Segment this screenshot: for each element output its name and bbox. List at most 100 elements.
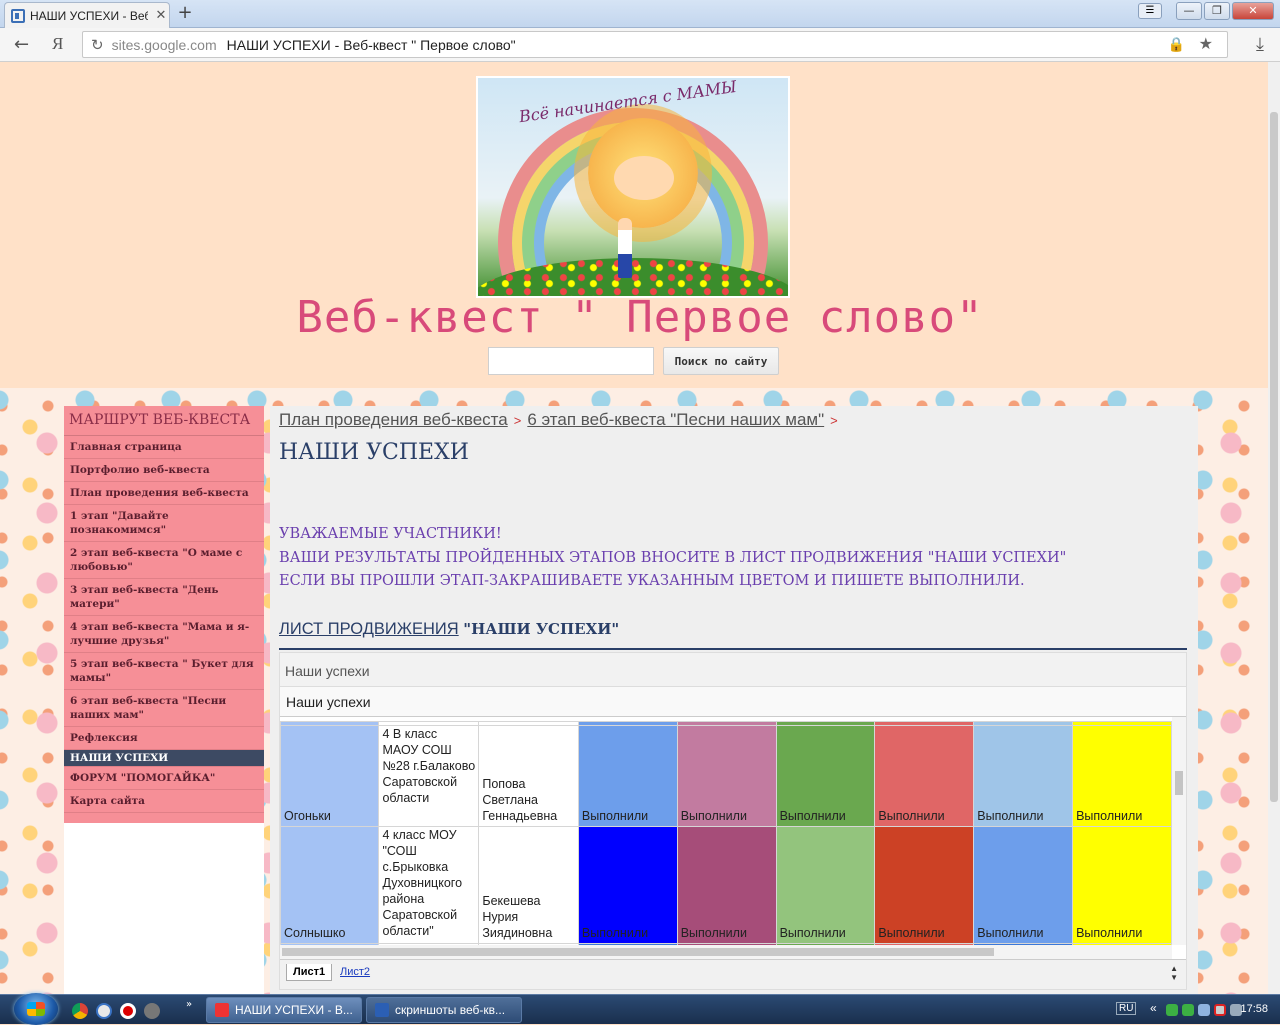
site-search-input[interactable]: [488, 347, 654, 375]
stage-status-cell[interactable]: Выполнили: [577, 725, 678, 827]
stage-status-cell[interactable]: Выполнили: [676, 725, 777, 827]
chevron-up-icon[interactable]: ▲: [1170, 964, 1178, 973]
sidebar-item-stage-2[interactable]: 2 этап веб-квеста "О маме с любовью": [64, 542, 264, 579]
quicklaunch-more-icon[interactable]: »: [186, 999, 192, 1010]
page-title: НАШИ УСПЕХИ: [279, 440, 469, 465]
yandex-browser-icon: [215, 1003, 229, 1017]
new-tab-button[interactable]: +: [174, 3, 196, 25]
intro-greeting: УВАЖАЕМЫЕ УЧАСТНИКИ!: [279, 526, 502, 542]
browser-tab[interactable]: НАШИ УСПЕХИ - Веб ✕: [4, 2, 170, 28]
start-button[interactable]: [14, 993, 58, 1025]
taskbar-document-button[interactable]: скриншоты веб-кв...: [366, 997, 522, 1023]
scrollbar-thumb[interactable]: [1270, 112, 1278, 802]
taskbar-browser-button[interactable]: НАШИ УСПЕХИ - В...: [206, 997, 362, 1023]
taskbar-document-label: скриншоты веб-кв...: [395, 1003, 506, 1017]
sidebar-item-our-success[interactable]: НАШИ УСПЕХИ: [64, 750, 264, 767]
school-cell[interactable]: 4 В класс МАОУ СОШ №28 г.Балаково Сарато…: [378, 725, 480, 827]
sidebar-heading: МАРШРУТ ВЕБ-КВЕСТА: [64, 406, 264, 436]
sidebar-item-stage-5[interactable]: 5 этап веб-квеста " Букет для мамы": [64, 653, 264, 690]
mail-icon[interactable]: [96, 1003, 112, 1019]
reload-icon[interactable]: ↻: [91, 36, 104, 54]
stage-status-cell[interactable]: Выполнили: [775, 826, 876, 944]
url-host: sites.google.com: [111, 36, 217, 53]
breadcrumb-stage-6-link[interactable]: 6 этап веб-квеста "Песни наших мам": [527, 410, 824, 429]
close-window-button[interactable]: ✕: [1232, 2, 1274, 20]
team-name-cell[interactable]: Огоньки: [280, 725, 380, 827]
system-tray: RU « 17:58: [1114, 995, 1280, 1025]
team-name-cell[interactable]: Солнышко: [280, 826, 380, 944]
sidebar-item-stage-1[interactable]: 1 этап "Давайте познакомимся": [64, 505, 264, 542]
stage-status-cell[interactable]: Выполнили: [676, 826, 777, 944]
breadcrumb-separator: >: [830, 413, 838, 428]
taskbar-clock[interactable]: 17:58: [1240, 1003, 1268, 1015]
sheet-tab-list1[interactable]: Лист1: [286, 964, 333, 981]
web-page: Всё начинается с МАМЫ Веб-квест " Первое…: [0, 62, 1268, 994]
spreadsheet-horizontal-scrollbar[interactable]: [280, 945, 1172, 959]
sidebar-item-reflection[interactable]: Рефлексия: [64, 727, 264, 750]
page-vertical-scrollbar[interactable]: [1268, 62, 1280, 994]
sidebar-item-forum[interactable]: ФОРУМ "ПОМОГАЙКА": [64, 767, 264, 790]
teacher-cell[interactable]: Попова Светлана Геннадьевна: [478, 725, 579, 827]
tray-app-icon[interactable]: [1166, 1004, 1178, 1016]
sidebar-item-stage-6[interactable]: 6 этап веб-квеста "Песни наших мам": [64, 690, 264, 727]
embedded-spreadsheet[interactable]: Наши успехи Наши успехи Огоньки 4 В класс…: [279, 652, 1187, 990]
breadcrumb-separator: >: [513, 413, 522, 428]
sidebar-item-portfolio[interactable]: Портфолио веб-квеста: [64, 459, 264, 482]
sidebar-item-stage-3[interactable]: 3 этап веб-квеста "День матери": [64, 579, 264, 616]
sidebar-item-stage-4[interactable]: 4 этап веб-квеста "Мама и я-лучшие друзь…: [64, 616, 264, 653]
yandex-icon[interactable]: Я: [52, 34, 63, 54]
volume-muted-icon[interactable]: [1214, 1004, 1226, 1016]
language-indicator[interactable]: RU: [1116, 1002, 1137, 1015]
sidebar-item-home[interactable]: Главная страница: [64, 436, 264, 459]
site-search-button[interactable]: Поиск по сайту: [663, 347, 779, 375]
bookmark-star-icon[interactable]: ★: [1199, 34, 1213, 54]
spreadsheet-title: Наши успехи: [280, 653, 1186, 687]
teacher-cell[interactable]: Бекешева Нурия Зиядиновна: [478, 826, 579, 944]
maximize-button[interactable]: ❐: [1204, 2, 1230, 20]
taskbar-browser-label: НАШИ УСПЕХИ - В...: [235, 1003, 353, 1017]
sheet-link[interactable]: ЛИСТ ПРОДВИЖЕНИЯ: [279, 620, 459, 638]
chrome-icon[interactable]: [72, 1003, 88, 1019]
scrollbar-thumb[interactable]: [1175, 771, 1183, 795]
tab-scroll-arrows[interactable]: ▲ ▼: [1170, 964, 1178, 982]
intro-instruction: ВАШИ РЕЗУЛЬТАТЫ ПРОЙДЕННЫХ ЭТАПОВ ВНОСИТ…: [279, 550, 1067, 566]
breadcrumb-plan-link[interactable]: План проведения веб-квеста: [279, 410, 508, 429]
stage-status-cell[interactable]: Выполнили: [1072, 826, 1172, 944]
school-cell[interactable]: 4 класс МОУ "СОШ с.Брыковка Духовницкого…: [378, 826, 480, 944]
scrollbar-thumb[interactable]: [282, 948, 994, 956]
main-content: План проведения веб-квеста >6 этап веб-кв…: [270, 406, 1198, 994]
spreadsheet-sheet-title: Наши успехи: [280, 687, 1186, 717]
stage-status-cell[interactable]: Выполнили: [973, 725, 1074, 827]
tray-expand-icon[interactable]: «: [1150, 1001, 1157, 1015]
chevron-down-icon[interactable]: ▼: [1170, 973, 1178, 982]
stage-status-cell[interactable]: Выполнили: [874, 826, 975, 944]
spreadsheet-grid[interactable]: Огоньки 4 В класс МАОУ СОШ №28 г.Балаково…: [280, 717, 1172, 945]
stage-status-cell[interactable]: Выполнили: [775, 725, 876, 827]
download-icon[interactable]: ⤓: [1256, 34, 1264, 55]
minimize-button[interactable]: —: [1176, 2, 1202, 20]
stage-status-cell[interactable]: Выполнили: [577, 826, 678, 944]
tray-sync-icon[interactable]: [1198, 1004, 1210, 1016]
breadcrumb: План проведения веб-квеста >6 этап веб-кв…: [279, 410, 844, 430]
back-arrow-icon[interactable]: ←: [14, 34, 29, 55]
tab-close-icon[interactable]: ✕: [153, 8, 169, 23]
stage-status-cell[interactable]: Выполнили: [973, 826, 1074, 944]
stage-status-cell[interactable]: Выполнили: [1072, 725, 1172, 827]
sheet-tab-list2[interactable]: Лист2: [334, 964, 376, 980]
word-icon: [375, 1003, 389, 1017]
windows-taskbar: » НАШИ УСПЕХИ - В... скриншоты веб-кв...…: [0, 993, 1280, 1025]
sheet-tabs: Лист1 Лист2 ▲ ▼: [280, 959, 1186, 989]
stage-status-cell[interactable]: Выполнили: [874, 725, 975, 827]
lock-icon[interactable]: 🔒: [1168, 36, 1185, 53]
site-title: Веб-квест " Первое слово": [296, 292, 984, 343]
spreadsheet-vertical-scrollbar[interactable]: [1172, 717, 1186, 945]
sidebar-nav: МАРШРУТ ВЕБ-КВЕСТА Главная страница Порт…: [64, 406, 264, 823]
app-icon[interactable]: [144, 1003, 160, 1019]
address-bar[interactable]: ↻ sites.google.com НАШИ УСПЕХИ - Веб-кве…: [82, 31, 1228, 58]
opera-icon[interactable]: [120, 1003, 136, 1019]
browser-menu-icon[interactable]: ☰: [1138, 3, 1162, 19]
sidebar-item-plan[interactable]: План проведения веб-квеста: [64, 482, 264, 505]
sidebar-item-sitemap[interactable]: Карта сайта: [64, 790, 264, 813]
tray-network-icon[interactable]: [1182, 1004, 1194, 1016]
table-row: Солнышко 4 класс МОУ "СОШ с.Брыковка Духо…: [280, 826, 1172, 944]
